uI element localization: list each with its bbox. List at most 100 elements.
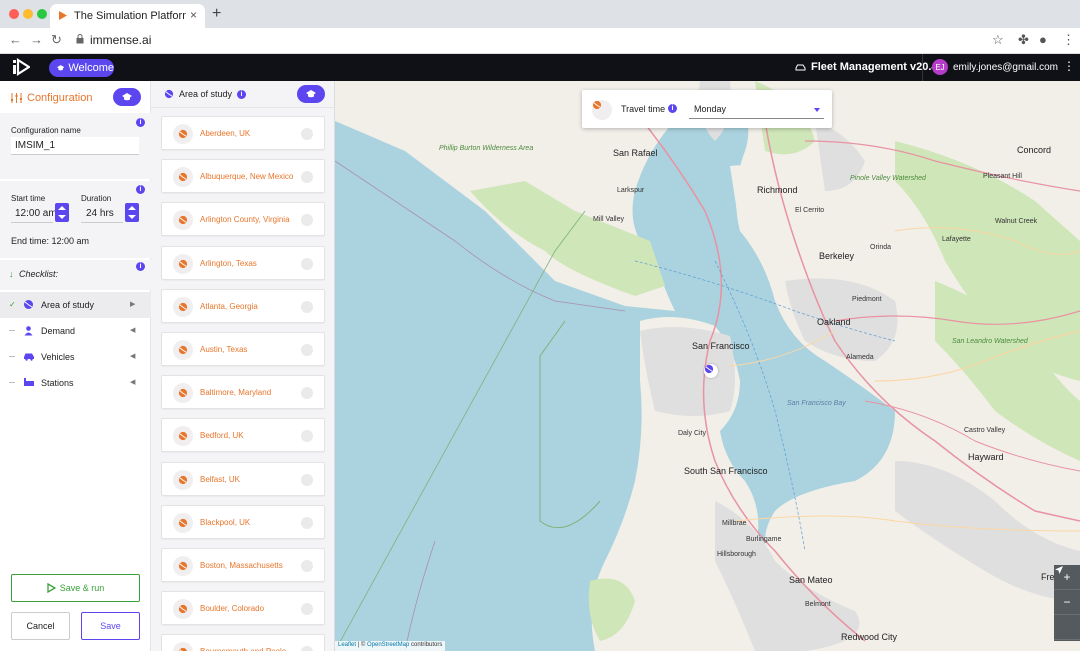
area-of-study-help-button[interactable] <box>297 85 325 103</box>
start-time-underline <box>11 222 53 223</box>
area-of-study-item[interactable]: Bournemouth and Poole <box>161 634 325 651</box>
duration-value[interactable]: 24 hrs <box>86 208 114 219</box>
city-icon-wrap <box>173 469 193 490</box>
close-tab-icon[interactable]: × <box>190 8 197 22</box>
area-of-study-item[interactable]: Albuquerque, New Mexico <box>161 159 325 194</box>
save-and-run-button[interactable]: Save & run <box>11 574 140 602</box>
configuration-help-button[interactable] <box>113 88 141 106</box>
graduation-cap-icon <box>57 65 65 71</box>
leaflet-link[interactable]: Leaflet <box>338 642 356 648</box>
checklist-item-label: Demand <box>41 326 76 336</box>
globe-icon <box>178 605 188 614</box>
select-radio[interactable] <box>301 300 313 313</box>
start-time-stepper[interactable] <box>55 203 69 222</box>
select-radio[interactable] <box>301 603 313 616</box>
area-of-study-item[interactable]: Blackpool, UK <box>161 504 325 539</box>
minimize-window-button[interactable] <box>23 9 33 19</box>
car-icon <box>24 353 34 361</box>
area-of-study-item[interactable]: Austin, Texas <box>161 332 325 366</box>
url-text[interactable]: immense.ai <box>90 33 151 47</box>
chevron-down-icon <box>58 215 66 219</box>
globe-icon <box>178 389 188 398</box>
select-radio[interactable] <box>301 214 313 227</box>
avatar[interactable]: EJ <box>932 59 948 75</box>
info-icon[interactable]: i <box>136 185 145 194</box>
info-icon[interactable]: i <box>237 89 247 99</box>
configuration-name-input[interactable]: IMSIM_1 <box>11 137 139 155</box>
area-marker-icon[interactable] <box>704 364 718 378</box>
locate-button[interactable] <box>1054 566 1080 640</box>
select-radio[interactable] <box>301 171 313 184</box>
select-radio[interactable] <box>301 430 313 443</box>
checklist-item-stations[interactable]: Stations ◀ <box>0 370 151 396</box>
area-of-study-item[interactable]: Boulder, Colorado <box>161 591 325 626</box>
area-of-study-label: Area of study <box>179 89 233 99</box>
arrow-down-icon: ↓ <box>9 269 14 279</box>
chevron-up-icon <box>128 206 136 210</box>
select-radio[interactable] <box>301 473 313 486</box>
close-window-button[interactable] <box>9 9 19 19</box>
select-radio[interactable] <box>301 560 313 572</box>
attribution-tail: contributors <box>409 642 443 648</box>
tab-title: The Simulation Platform for Fu <box>74 10 186 22</box>
info-icon[interactable]: i <box>136 262 145 271</box>
globe-icon <box>178 173 188 182</box>
duration-stepper[interactable] <box>125 203 139 222</box>
pending-dash-icon <box>9 382 15 383</box>
zoom-out-button[interactable]: − <box>1054 590 1080 615</box>
start-time-label: Start time <box>11 194 46 203</box>
user-menu-icon[interactable]: ⋮ <box>1063 59 1075 73</box>
area-of-study-item[interactable]: Atlanta, Georgia <box>161 288 325 323</box>
checklist-item-area-of-study[interactable]: ✓ Area of study ▶ <box>0 292 151 318</box>
checklist-item-demand[interactable]: Demand ◀ <box>0 318 151 344</box>
info-icon[interactable]: i <box>668 104 677 113</box>
user-email[interactable]: emily.jones@gmail.com <box>953 62 1058 73</box>
new-tab-icon[interactable]: + <box>212 5 221 23</box>
select-radio[interactable] <box>301 344 313 356</box>
info-icon[interactable]: i <box>136 118 145 127</box>
profile-icon[interactable]: ● <box>1039 32 1047 47</box>
select-radio[interactable] <box>301 387 313 400</box>
browser-tab[interactable]: The Simulation Platform for Fu × <box>50 4 205 28</box>
map-label-south-sf: South San Francisco <box>684 466 768 476</box>
browser-menu-icon[interactable]: ⋮ <box>1062 32 1075 48</box>
caret-down-icon <box>814 108 820 112</box>
checklist-item-vehicles[interactable]: Vehicles ◀ <box>0 344 151 370</box>
forward-arrow-icon[interactable]: → <box>30 32 43 47</box>
area-of-study-item[interactable]: Arlington, Texas <box>161 245 325 280</box>
area-of-study-item-label: Boulder, Colorado <box>200 604 265 614</box>
save-button[interactable]: Save <box>81 612 140 640</box>
openstreetmap-link[interactable]: OpenStreetMap <box>367 642 409 648</box>
select-radio[interactable] <box>301 646 313 651</box>
map-label-alameda: Alameda <box>846 354 874 361</box>
star-icon[interactable]: ☆ <box>992 32 1004 48</box>
chevron-up-icon <box>58 206 66 210</box>
travel-time-select[interactable]: Monday <box>689 100 824 119</box>
welcome-button[interactable]: Welcome <box>49 59 114 77</box>
back-arrow-icon[interactable]: ← <box>9 32 22 47</box>
area-of-study-item[interactable]: Baltimore, Maryland <box>161 375 325 410</box>
cancel-button[interactable]: Cancel <box>11 612 70 640</box>
select-radio[interactable] <box>301 516 313 529</box>
map-view[interactable]: San Rafael Larkspur Mill Valley Richmond… <box>335 81 1080 651</box>
select-radio[interactable] <box>301 128 313 140</box>
start-time-value[interactable]: 12:00 am <box>15 208 57 219</box>
area-of-study-item-label: Belfast, UK <box>200 474 241 484</box>
fleet-version: Fleet Management v20.4.1 <box>811 61 947 73</box>
map-zoom-controls: + − <box>1054 565 1080 641</box>
city-icon-wrap <box>173 556 193 576</box>
area-of-study-item[interactable]: Boston, Massachusetts <box>161 548 325 582</box>
maximize-window-button[interactable] <box>37 9 47 19</box>
extensions-icon[interactable]: ✤ <box>1018 32 1029 48</box>
end-time-text: End time: 12:00 am <box>11 236 90 246</box>
map-label-san-rafael: San Rafael <box>613 148 658 158</box>
city-icon-wrap <box>173 599 193 620</box>
area-of-study-item[interactable]: Aberdeen, UK <box>161 116 325 150</box>
lock-icon <box>76 34 84 44</box>
reload-icon[interactable]: ↻ <box>51 32 62 48</box>
area-of-study-item-label: Austin, Texas <box>200 345 248 354</box>
area-of-study-item[interactable]: Bedford, UK <box>161 418 325 453</box>
area-of-study-item[interactable]: Arlington County, Virginia <box>161 202 325 237</box>
select-radio[interactable] <box>301 257 313 270</box>
area-of-study-item[interactable]: Belfast, UK <box>161 461 325 496</box>
